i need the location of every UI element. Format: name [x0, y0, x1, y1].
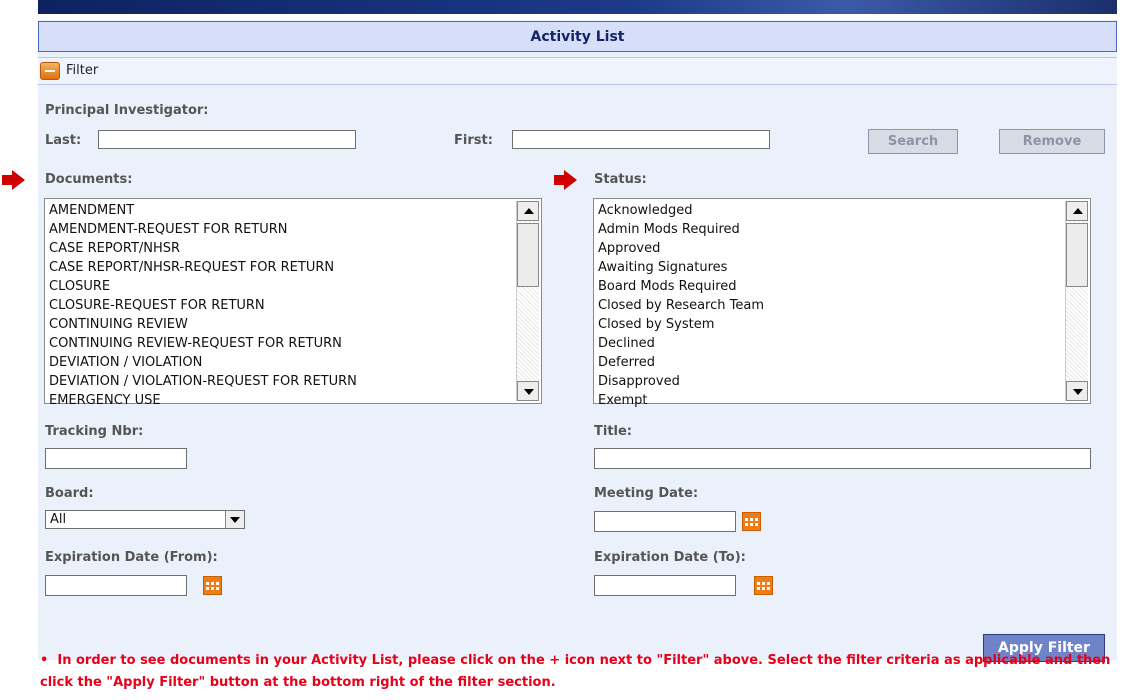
board-select[interactable]: All — [45, 510, 245, 529]
list-item[interactable]: AMENDMENT — [49, 201, 515, 220]
scroll-thumb[interactable] — [517, 223, 539, 287]
scroll-up-icon[interactable] — [517, 201, 539, 221]
list-item[interactable]: CONTINUING REVIEW-REQUEST FOR RETURN — [49, 334, 515, 353]
calendar-icon[interactable] — [754, 576, 773, 595]
filter-bar: Filter — [38, 57, 1117, 85]
red-arrow-icon — [2, 175, 12, 185]
list-item[interactable]: Acknowledged — [598, 201, 1064, 220]
documents-listbox[interactable]: AMENDMENT AMENDMENT-REQUEST FOR RETURN C… — [44, 198, 542, 408]
list-item[interactable]: DEVIATION / VIOLATION — [49, 353, 515, 372]
page-title: Activity List — [38, 21, 1117, 52]
red-arrow-icon — [12, 170, 25, 190]
scroll-thumb[interactable] — [1066, 223, 1088, 287]
list-item[interactable]: CLOSURE — [49, 277, 515, 296]
note-text: In order to see documents in your Activi… — [40, 653, 1111, 690]
search-button[interactable]: Search — [868, 129, 958, 154]
meeting-date-label: Meeting Date: — [594, 486, 699, 501]
list-item[interactable]: CONTINUING REVIEW — [49, 315, 515, 334]
list-item[interactable]: Deferred — [598, 353, 1064, 372]
list-item[interactable]: AMENDMENT-REQUEST FOR RETURN — [49, 220, 515, 239]
list-item[interactable]: CASE REPORT/NHSR-REQUEST FOR RETURN — [49, 258, 515, 277]
scroll-down-icon[interactable] — [517, 381, 539, 401]
list-item[interactable]: Admin Mods Required — [598, 220, 1064, 239]
status-listbox[interactable]: Acknowledged Admin Mods Required Approve… — [593, 198, 1091, 408]
title-input[interactable] — [594, 448, 1091, 469]
status-label: Status: — [594, 172, 647, 187]
documents-scrollbar[interactable] — [516, 201, 539, 401]
list-item[interactable]: Closed by Research Team — [598, 296, 1064, 315]
collapse-minus-icon[interactable] — [40, 62, 60, 80]
exp-to-label: Expiration Date (To): — [594, 550, 746, 565]
red-arrow-icon — [554, 175, 564, 185]
board-label: Board: — [45, 486, 94, 501]
tracking-input[interactable] — [45, 448, 187, 469]
documents-label: Documents: — [45, 172, 133, 187]
red-arrow-icon — [564, 170, 577, 190]
list-item[interactable]: Closed by System — [598, 315, 1064, 334]
title-label: Title: — [594, 424, 633, 439]
top-banner — [38, 0, 1117, 14]
chevron-down-icon[interactable] — [225, 511, 244, 528]
remove-button[interactable]: Remove — [999, 129, 1105, 154]
scroll-up-icon[interactable] — [1066, 201, 1088, 221]
list-item[interactable]: Disapproved — [598, 372, 1064, 391]
calendar-icon[interactable] — [742, 512, 761, 531]
pi-last-input[interactable] — [98, 130, 356, 149]
list-item[interactable]: Approved — [598, 239, 1064, 258]
pi-first-input[interactable] — [512, 130, 770, 149]
exp-from-input[interactable] — [45, 575, 187, 596]
status-scrollbar[interactable] — [1065, 201, 1088, 401]
scroll-down-icon[interactable] — [1066, 381, 1088, 401]
board-selected-value: All — [50, 512, 67, 527]
list-item[interactable]: Declined — [598, 334, 1064, 353]
tracking-label: Tracking Nbr: — [45, 424, 144, 439]
list-item[interactable]: Exempt — [598, 391, 1064, 410]
list-item[interactable]: CLOSURE-REQUEST FOR RETURN — [49, 296, 515, 315]
list-item[interactable]: Awaiting Signatures — [598, 258, 1064, 277]
meeting-date-input[interactable] — [594, 511, 736, 532]
note-bullet: • — [40, 653, 49, 668]
list-item[interactable]: CASE REPORT/NHSR — [49, 239, 515, 258]
exp-from-label: Expiration Date (From): — [45, 550, 218, 565]
instruction-note: • In order to see documents in your Acti… — [40, 650, 1120, 694]
list-item[interactable]: DEVIATION / VIOLATION-REQUEST FOR RETURN — [49, 372, 515, 391]
first-label: First: — [454, 133, 493, 148]
exp-to-input[interactable] — [594, 575, 736, 596]
pi-heading: Principal Investigator: — [45, 103, 209, 118]
calendar-icon[interactable] — [203, 576, 222, 595]
last-label: Last: — [45, 133, 82, 148]
list-item[interactable]: EMERGENCY USE — [49, 391, 515, 410]
list-item[interactable]: Board Mods Required — [598, 277, 1064, 296]
filter-label: Filter — [66, 63, 99, 78]
